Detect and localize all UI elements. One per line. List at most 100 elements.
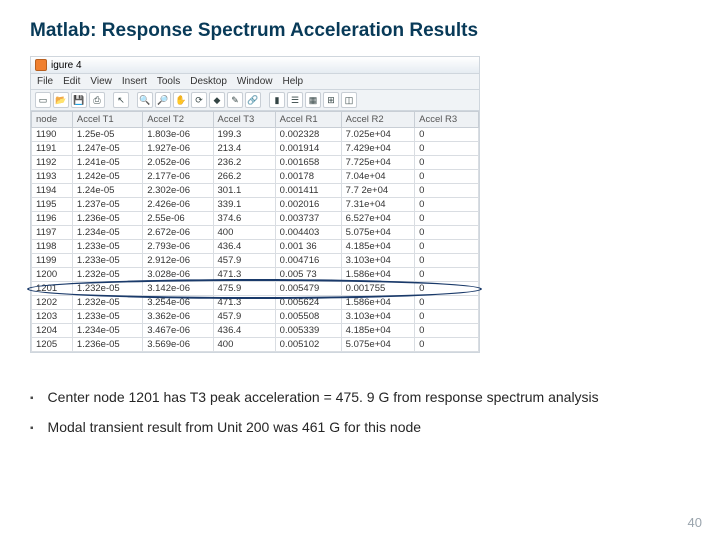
table-row[interactable]: 11961.236e-052.55e-06374.60.0037376.527e…: [32, 212, 479, 226]
table-row[interactable]: 11941.24e-052.302e-06301.10.0014117.7 2e…: [32, 184, 479, 198]
cell: 3.569e-06: [143, 338, 213, 352]
toolbar: ▭📂💾⎙ ↖ 🔍🔎✋⟳◆✎🔗 ▮☰▦⊞◫: [31, 90, 479, 111]
table-row[interactable]: 11951.237e-052.426e-06339.10.0020167.31e…: [32, 198, 479, 212]
cell: 1.242e-05: [72, 170, 142, 184]
cell: 1.232e-05: [72, 268, 142, 282]
menu-window[interactable]: Window: [237, 76, 273, 87]
arrow-icon[interactable]: ↖: [113, 92, 129, 108]
table-row[interactable]: 12011.232e-053.142e-06475.90.0054790.001…: [32, 282, 479, 296]
zoom-in-icon[interactable]: 🔍: [137, 92, 153, 108]
menu-tools[interactable]: Tools: [157, 76, 180, 87]
grid-icon[interactable]: ⊞: [323, 92, 339, 108]
cell: 2.302e-06: [143, 184, 213, 198]
column-header[interactable]: Accel R2: [341, 112, 415, 128]
new-file-icon[interactable]: ▭: [35, 92, 51, 108]
legend-icon[interactable]: ☰: [287, 92, 303, 108]
table-row[interactable]: 11911.247e-051.927e-06213.40.0019147.429…: [32, 142, 479, 156]
column-header[interactable]: Accel R1: [275, 112, 341, 128]
table-row[interactable]: 11981.233e-052.793e-06436.40.001 364.185…: [32, 240, 479, 254]
table-row[interactable]: 11991.233e-052.912e-06457.90.0047163.103…: [32, 254, 479, 268]
table-row[interactable]: 12021.232e-053.254e-06471.30.0056241.586…: [32, 296, 479, 310]
cell: 1.232e-05: [72, 282, 142, 296]
cell: 339.1: [213, 198, 275, 212]
cell: 1195: [32, 198, 73, 212]
table-row[interactable]: 11901.25e-051.803e-06199.30.0023287.025e…: [32, 128, 479, 142]
print-icon[interactable]: ⎙: [89, 92, 105, 108]
bullet-item: Center node 1201 has T3 peak acceleratio…: [30, 389, 690, 409]
menu-desktop[interactable]: Desktop: [190, 76, 227, 87]
cell: 1192: [32, 156, 73, 170]
menu-help[interactable]: Help: [283, 76, 304, 87]
cell: 2.672e-06: [143, 226, 213, 240]
menu-file[interactable]: File: [37, 76, 53, 87]
column-header[interactable]: Accel T3: [213, 112, 275, 128]
cell: 0.005 73: [275, 268, 341, 282]
window-titlebar[interactable]: igure 4: [31, 57, 479, 74]
cell: 1.233e-05: [72, 240, 142, 254]
cell: 1196: [32, 212, 73, 226]
table-row[interactable]: 12001.232e-053.028e-06471.30.005 731.586…: [32, 268, 479, 282]
cell: 1194: [32, 184, 73, 198]
cell: 0.001658: [275, 156, 341, 170]
cell: 0: [415, 310, 479, 324]
cell: 457.9: [213, 310, 275, 324]
cell: 457.9: [213, 254, 275, 268]
cell: 3.028e-06: [143, 268, 213, 282]
cell: 1193: [32, 170, 73, 184]
cell: 1197: [32, 226, 73, 240]
page-number: 40: [688, 515, 702, 530]
cell: 436.4: [213, 240, 275, 254]
cell: 1.234e-05: [72, 324, 142, 338]
column-header[interactable]: Accel R3: [415, 112, 479, 128]
column-header[interactable]: Accel T1: [72, 112, 142, 128]
table-row[interactable]: 12041.234e-053.467e-06436.40.0053394.185…: [32, 324, 479, 338]
cell: 2.052e-06: [143, 156, 213, 170]
cell: 1201: [32, 282, 73, 296]
window-title: igure 4: [51, 60, 82, 71]
table-row[interactable]: 11971.234e-052.672e-064000.0044035.075e+…: [32, 226, 479, 240]
brush-icon[interactable]: ✎: [227, 92, 243, 108]
cell: 0.005624: [275, 296, 341, 310]
menu-view[interactable]: View: [90, 76, 112, 87]
matlab-icon: [35, 59, 47, 71]
menubar: File Edit View Insert Tools Desktop Window Help: [31, 74, 479, 90]
cell: 199.3: [213, 128, 275, 142]
open-icon[interactable]: 📂: [53, 92, 69, 108]
cell: 0.002328: [275, 128, 341, 142]
cell: 0.005339: [275, 324, 341, 338]
table-row[interactable]: 12051.236e-053.569e-064000.0051025.075e+…: [32, 338, 479, 352]
colorbar-icon[interactable]: ▮: [269, 92, 285, 108]
cell: 0.002016: [275, 198, 341, 212]
cell: 1191: [32, 142, 73, 156]
save-icon[interactable]: 💾: [71, 92, 87, 108]
results-table[interactable]: nodeAccel T1Accel T2Accel T3Accel R1Acce…: [31, 111, 479, 352]
data-cursor-icon[interactable]: ◆: [209, 92, 225, 108]
cell: 7.725e+04: [341, 156, 415, 170]
cell: 1190: [32, 128, 73, 142]
cell: 3.142e-06: [143, 282, 213, 296]
axes-icon[interactable]: ◫: [341, 92, 357, 108]
column-header[interactable]: node: [32, 112, 73, 128]
cell: 1.586e+04: [341, 296, 415, 310]
cell: 266.2: [213, 170, 275, 184]
column-header[interactable]: Accel T2: [143, 112, 213, 128]
zoom-out-icon[interactable]: 🔎: [155, 92, 171, 108]
cell: 0: [415, 212, 479, 226]
menu-insert[interactable]: Insert: [122, 76, 147, 87]
cell: 0.005102: [275, 338, 341, 352]
table-row[interactable]: 12031.233e-053.362e-06457.90.0055083.103…: [32, 310, 479, 324]
menu-edit[interactable]: Edit: [63, 76, 80, 87]
link-icon[interactable]: 🔗: [245, 92, 261, 108]
table-row[interactable]: 11921.241e-052.052e-06236.20.0016587.725…: [32, 156, 479, 170]
cell: 1.233e-05: [72, 310, 142, 324]
cell: 0.003737: [275, 212, 341, 226]
cell: 3.103e+04: [341, 254, 415, 268]
cell: 5.075e+04: [341, 338, 415, 352]
hide-icon[interactable]: ▦: [305, 92, 321, 108]
cell: 0: [415, 184, 479, 198]
pan-icon[interactable]: ✋: [173, 92, 189, 108]
table-row[interactable]: 11931.242e-052.177e-06266.20.001787.04e+…: [32, 170, 479, 184]
cell: 471.3: [213, 268, 275, 282]
rotate-icon[interactable]: ⟳: [191, 92, 207, 108]
cell: 0: [415, 282, 479, 296]
